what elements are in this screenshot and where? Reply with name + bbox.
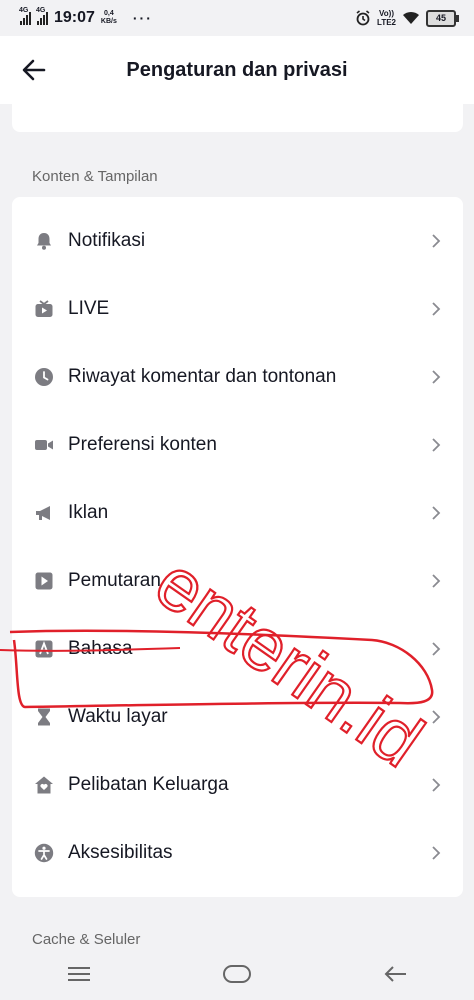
previous-section-card xyxy=(12,104,463,132)
network-type-1: 4G xyxy=(19,7,29,14)
settings-item-label: Bahasa xyxy=(68,638,133,659)
more-notifications-icon: ··· xyxy=(132,10,153,26)
back-nav-icon xyxy=(384,966,406,982)
network-speed: 0,4 KB/s xyxy=(101,10,117,26)
settings-item-label: Pemutaran xyxy=(68,570,161,591)
volte-indicator: Vo)) LTE2 xyxy=(377,9,396,27)
settings-item-label: Waktu layar xyxy=(68,706,168,727)
wifi-icon xyxy=(403,11,419,24)
app-header: Pengaturan dan privasi xyxy=(0,36,474,104)
signal-icon-2: 4G xyxy=(36,7,48,25)
settings-item-notifications[interactable]: Notifikasi xyxy=(12,207,463,275)
settings-card-content-display: Notifikasi LIVE Riwayat komentar dan ton… xyxy=(12,197,463,897)
page-title: Pengaturan dan privasi xyxy=(126,58,348,81)
bell-icon xyxy=(37,233,51,250)
settings-item-label: Pelibatan Keluarga xyxy=(68,774,229,795)
hourglass-icon xyxy=(38,708,50,726)
settings-item-ads[interactable]: Iklan xyxy=(12,479,463,547)
home-pill-icon xyxy=(223,965,251,983)
system-navigation-bar xyxy=(0,948,474,1000)
video-camera-icon xyxy=(35,440,53,450)
settings-item-history[interactable]: Riwayat komentar dan tontonan xyxy=(12,343,463,411)
recent-apps-button[interactable] xyxy=(49,954,109,994)
chevron-right-icon xyxy=(432,302,441,316)
menu-icon xyxy=(68,967,90,981)
settings-item-playback[interactable]: Pemutaran xyxy=(12,547,463,615)
chevron-right-icon xyxy=(432,778,441,792)
accessibility-icon xyxy=(34,843,54,863)
family-home-icon xyxy=(35,776,53,794)
home-button[interactable] xyxy=(207,954,267,994)
chevron-right-icon xyxy=(432,370,441,384)
network-speed-unit: KB/s xyxy=(100,18,117,25)
chevron-right-icon xyxy=(432,710,441,724)
settings-item-label: Notifikasi xyxy=(68,230,146,251)
chevron-right-icon xyxy=(432,846,441,860)
settings-item-label: Iklan xyxy=(68,502,109,523)
settings-item-live[interactable]: LIVE xyxy=(12,275,463,343)
settings-item-screen-time[interactable]: Waktu layar xyxy=(12,683,463,751)
network-type-2: 4G xyxy=(36,7,46,14)
status-bar-right: Vo)) LTE2 45 xyxy=(355,9,459,27)
megaphone-icon xyxy=(36,506,50,520)
settings-item-family-pairing[interactable]: Pelibatan Keluarga xyxy=(12,751,463,819)
network-speed-value: 0,4 xyxy=(104,10,114,17)
live-tv-icon xyxy=(35,300,53,317)
battery-icon: 45 xyxy=(426,9,459,27)
system-back-button[interactable] xyxy=(365,954,425,994)
alarm-icon xyxy=(356,10,370,26)
language-icon xyxy=(35,640,53,658)
volte-bottom: LTE2 xyxy=(377,18,396,27)
back-arrow-icon[interactable] xyxy=(18,54,50,86)
settings-item-label: Riwayat komentar dan tontonan xyxy=(68,366,337,387)
settings-item-label: LIVE xyxy=(68,298,110,319)
clock: 19:07 xyxy=(54,9,95,26)
chevron-right-icon xyxy=(432,574,441,588)
section-label-content-display: Konten & Tampilan xyxy=(32,168,158,185)
volte-top: Vo)) xyxy=(379,9,394,18)
clock-icon xyxy=(35,368,53,386)
battery-level: 45 xyxy=(435,12,446,23)
chevron-right-icon xyxy=(432,438,441,452)
chevron-right-icon xyxy=(432,234,441,248)
status-bar-left: 4G 4G 19:07 0,4 KB/s ··· xyxy=(19,7,153,27)
section-label-cache-cellular: Cache & Seluler xyxy=(32,931,141,948)
settings-item-accessibility[interactable]: Aksesibilitas xyxy=(12,819,463,887)
chevron-right-icon xyxy=(432,506,441,520)
settings-item-content-preferences[interactable]: Preferensi konten xyxy=(12,411,463,479)
status-bar: 4G 4G 19:07 0,4 KB/s ··· Vo)) LTE2 45 xyxy=(0,0,474,36)
settings-item-label: Aksesibilitas xyxy=(68,842,173,863)
settings-item-language[interactable]: Bahasa xyxy=(12,615,463,683)
chevron-right-icon xyxy=(432,642,441,656)
settings-item-label: Preferensi konten xyxy=(68,434,217,455)
signal-icon: 4G xyxy=(19,7,31,25)
play-icon xyxy=(35,572,53,590)
